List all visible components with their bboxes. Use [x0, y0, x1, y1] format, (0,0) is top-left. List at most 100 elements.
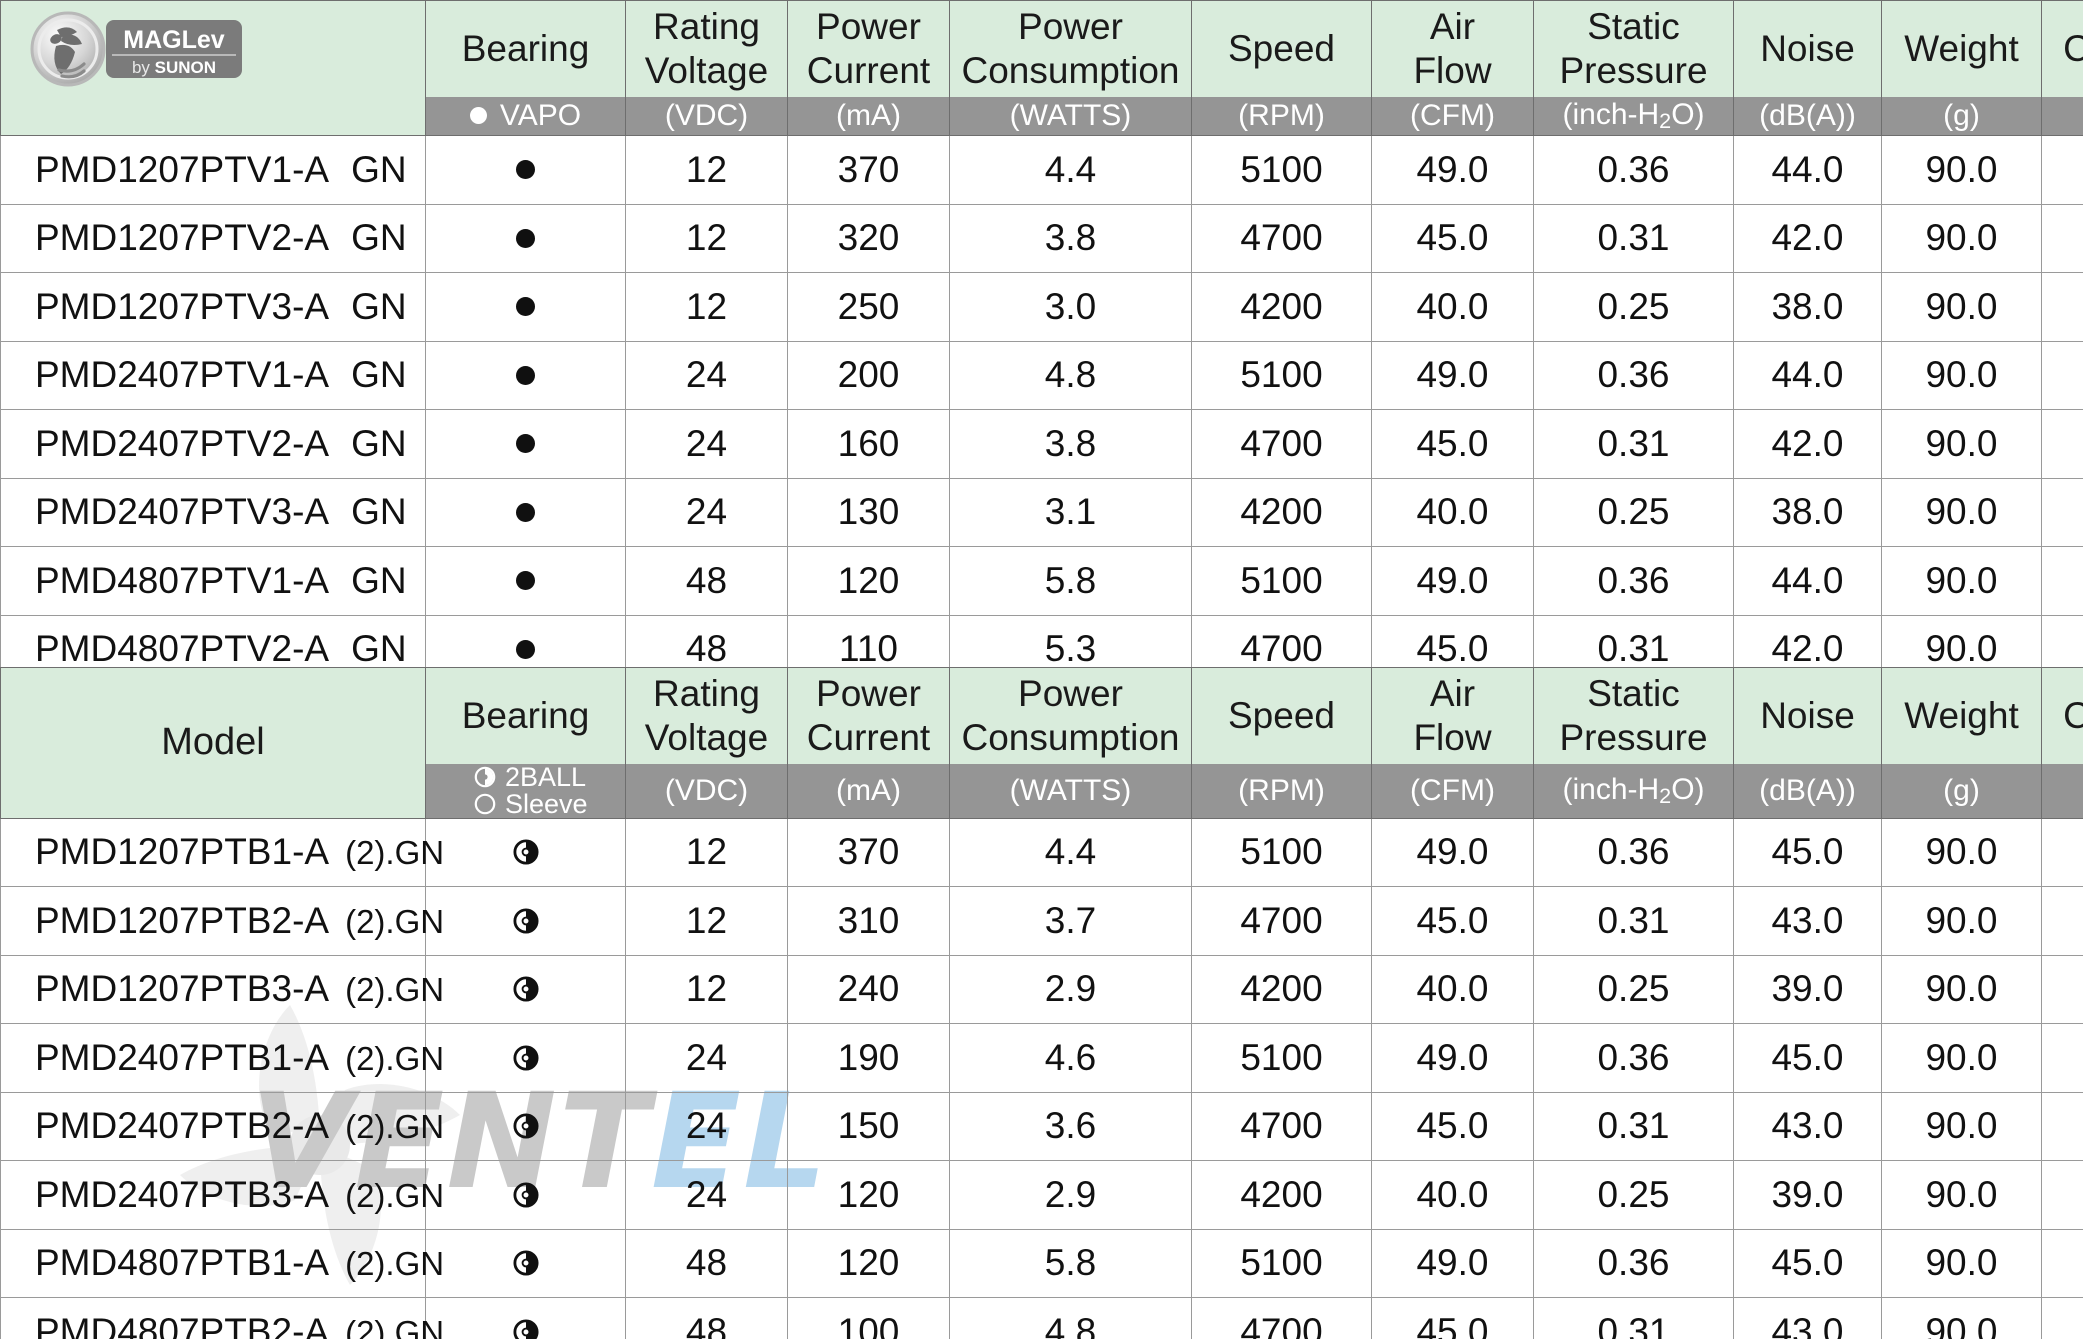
cell-model: PMD4807PTB2-A (2).GN [0, 1297, 444, 1339]
filled-dot-icon [516, 502, 535, 522]
model-text: PMD4807PTV2-A GN [1, 628, 425, 670]
unit-power-current-2: (mA) [787, 763, 950, 819]
cell-power-consumption: 3.0 [949, 272, 1192, 342]
cell-power-consumption: 4.6 [949, 1023, 1192, 1093]
table-row[interactable]: PMD2407PTV2-A GN 24 160 3.8 4700 45.0 0.31 42.0 9… [0, 409, 2083, 479]
col-header-weight: Weight [1881, 0, 2042, 97]
model-text: PMD1207PTB3-A (2).GN [1, 968, 444, 1010]
cell-weight: 90.0 [1881, 135, 2042, 205]
cell-curve: 2 [2041, 1091, 2083, 1161]
model-text: PMD1207PTB2-A (2).GN [1, 900, 444, 942]
cell-model: PMD4807PTV1-A GN [0, 546, 426, 616]
table-row[interactable]: PMD2407PTB2-A (2).GN 24 150 3.6 4700 45.0 0.31 4… [0, 1091, 2083, 1161]
cell-curve: 3 [2041, 272, 2083, 342]
model-suffix: (2).GN [345, 1245, 445, 1283]
model-text: PMD1207PTV3-A GN [1, 286, 425, 328]
col-header-static-pressure: Static Pressure [1533, 0, 1734, 97]
two-ball-bearing-icon [512, 1250, 539, 1276]
model-code: PMD1207PTV1-A [35, 148, 330, 190]
col-header-speed: Speed [1191, 0, 1372, 97]
cell-noise: 39.0 [1733, 1160, 1882, 1230]
cell-static-pressure: 0.31 [1533, 1297, 1734, 1339]
col-header-power-current-l2: Current [806, 49, 931, 91]
cell-power-current: 120 [787, 1160, 950, 1230]
table-row[interactable]: PMD1207PTV3-A GN 12 250 3.0 4200 40.0 0.25 38.0 9… [0, 272, 2083, 342]
unit-static-pressure-2-post: O) [1671, 772, 1705, 806]
model-suffix: GN [351, 422, 407, 464]
table-row[interactable]: PMD4807PTB2-A (2).GN 48 100 4.8 4700 45.0 0.31 4… [0, 1297, 2083, 1339]
cell-curve: 1 [2041, 1228, 2083, 1298]
col-header-air-flow-l2: Flow [1413, 49, 1492, 91]
cell-static-pressure: 0.36 [1533, 546, 1734, 616]
ball-table-container: Model Bearing Rating Voltage Power Curre… [0, 667, 2083, 1339]
table-row[interactable]: PMD2407PTV1-A GN 24 200 4.8 5100 49.0 0.36 44.0 9… [0, 340, 2083, 410]
table-row[interactable]: PMD2407PTB1-A (2).GN 24 190 4.6 5100 49.0 0.36 4… [0, 1023, 2083, 1093]
cell-bearing [425, 1023, 626, 1093]
cell-rating-voltage: 12 [625, 954, 788, 1024]
cell-rating-voltage: 24 [625, 1091, 788, 1161]
col-header-power-current-2: Power Current [787, 667, 950, 764]
filled-dot-icon [516, 297, 535, 317]
model-code: PMD1207PTV2-A [35, 217, 330, 259]
unit-noise: (dB(A)) [1733, 96, 1882, 136]
filled-dot-icon [516, 639, 535, 659]
cell-air-flow: 45.0 [1371, 1297, 1534, 1339]
col-header-power-consumption-l2: Consumption [961, 49, 1180, 91]
cell-weight: 90.0 [1881, 477, 2042, 547]
table-row[interactable]: PMD4807PTV1-A GN 48 120 5.8 5100 49.0 0.36 44.0 9… [0, 546, 2083, 616]
cell-power-consumption: 2.9 [949, 1160, 1192, 1230]
two-ball-bearing-icon [512, 839, 539, 865]
table-row[interactable]: PMD4807PTB1-A (2).GN 48 120 5.8 5100 49.0 0.36 4… [0, 1228, 2083, 1298]
table-row[interactable]: PMD2407PTB3-A (2).GN 24 120 2.9 4200 40.0 0.25 3… [0, 1160, 2083, 1230]
col-header-curve: Curve [2041, 0, 2083, 97]
cell-weight: 90.0 [1881, 1091, 2042, 1161]
col-header-curve-2: Curve [2041, 667, 2083, 764]
cell-bearing [425, 135, 626, 205]
model-text: PMD2407PTV2-A GN [1, 423, 425, 465]
col-header-rating-voltage-2-l2: Voltage [644, 716, 769, 758]
legend-2ball: 2BALL [474, 763, 586, 791]
table-row[interactable]: PMD2407PTV3-A GN 24 130 3.1 4200 40.0 0.25 38.0 9… [0, 477, 2083, 547]
model-text: PMD1207PTV2-A GN [1, 217, 425, 259]
cell-model: PMD2407PTV2-A GN [0, 409, 426, 479]
cell-power-current: 150 [787, 1091, 950, 1161]
maglev-logo-cell: MAGLev by SUNON [0, 0, 426, 136]
cell-speed: 4200 [1191, 272, 1372, 342]
model-code: PMD1207PTB1-A [35, 831, 330, 873]
cell-speed: 5100 [1191, 340, 1372, 410]
table2-header-row: Model Bearing Rating Voltage Power Curre… [0, 667, 2083, 819]
model-code: PMD2407PTV1-A [35, 354, 330, 396]
cell-power-current: 120 [787, 546, 950, 616]
maglev-logo-icon: MAGLev by SUNON [30, 11, 242, 87]
cell-speed: 4200 [1191, 477, 1372, 547]
ball-table-body: PMD1207PTB1-A (2).GN 12 370 4.4 5100 49.0 0.36 4… [0, 817, 2083, 1339]
model-text: PMD2407PTB3-A (2).GN [1, 1174, 444, 1216]
cell-curve: 1 [2041, 135, 2083, 205]
col-header-power-current-2-l2: Current [806, 716, 931, 758]
cell-air-flow: 49.0 [1371, 340, 1534, 410]
col-header-static-pressure-2: Static Pressure [1533, 667, 1734, 764]
cell-power-consumption: 3.6 [949, 1091, 1192, 1161]
cell-speed: 5100 [1191, 817, 1372, 887]
model-code: PMD2407PTB1-A [35, 1036, 330, 1078]
cell-noise: 44.0 [1733, 135, 1882, 205]
model-code: PMD2407PTV2-A [35, 422, 330, 464]
cell-weight: 90.0 [1881, 1160, 2042, 1230]
cell-model: PMD1207PTV2-A GN [0, 203, 426, 273]
cell-static-pressure: 0.31 [1533, 886, 1734, 956]
table-row[interactable]: PMD1207PTV1-A GN 12 370 4.4 5100 49.0 0.36 44.0 9… [0, 135, 2083, 205]
table-row[interactable]: PMD1207PTB1-A (2).GN 12 370 4.4 5100 49.0 0.36 4… [0, 817, 2083, 887]
unit-curve [2041, 96, 2083, 136]
table-row[interactable]: PMD1207PTV2-A GN 12 320 3.8 4700 45.0 0.31 42.0 9… [0, 203, 2083, 273]
unit-rating-voltage: (VDC) [625, 96, 788, 136]
table-row[interactable]: PMD1207PTB2-A (2).GN 12 310 3.7 4700 45.0 0.31 4… [0, 886, 2083, 956]
cell-curve: 3 [2041, 477, 2083, 547]
table-row[interactable]: PMD1207PTB3-A (2).GN 12 240 2.9 4200 40.0 0.25 3… [0, 954, 2083, 1024]
cell-rating-voltage: 24 [625, 340, 788, 410]
col-header-power-current: Power Current [787, 0, 950, 97]
cell-static-pressure: 0.25 [1533, 1160, 1734, 1230]
model-code: PMD4807PTV1-A [35, 559, 330, 601]
cell-noise: 42.0 [1733, 203, 1882, 273]
cell-curve: 2 [2041, 1297, 2083, 1339]
cell-noise: 42.0 [1733, 409, 1882, 479]
